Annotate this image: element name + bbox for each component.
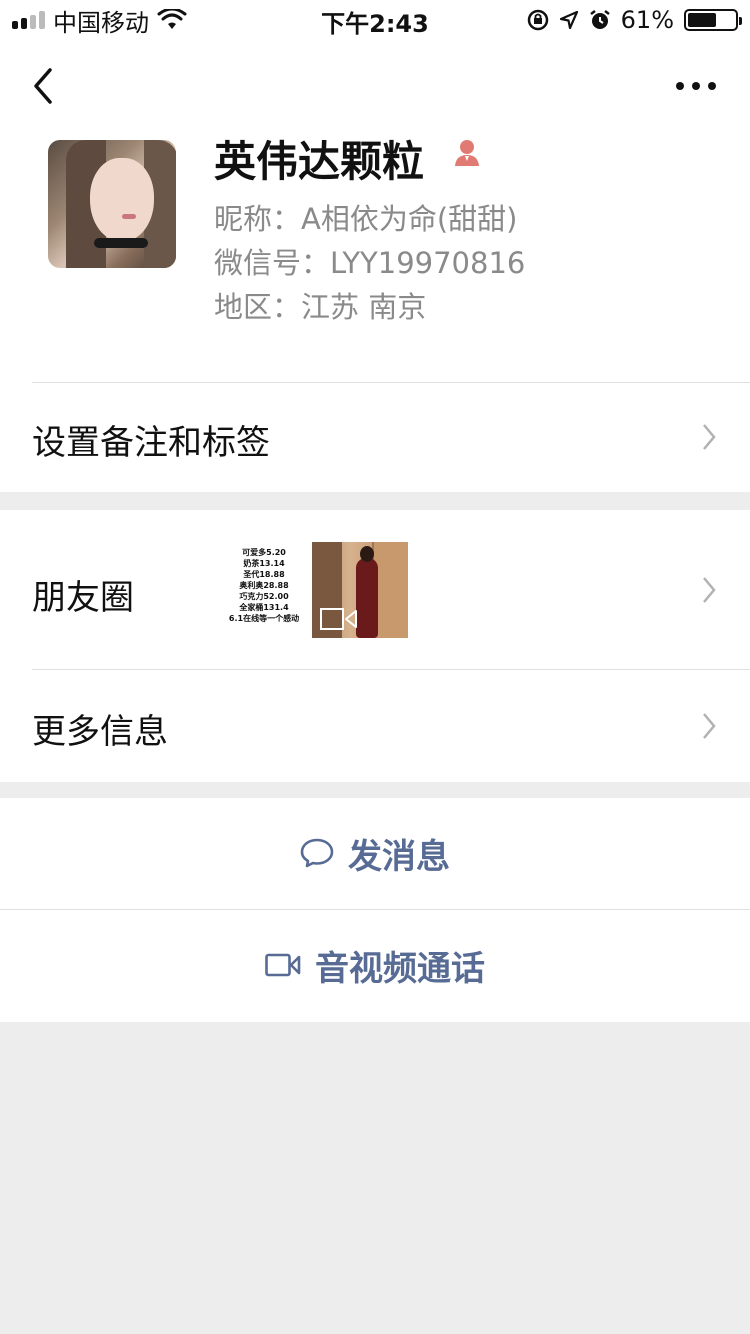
- more-info-label: 更多信息: [32, 712, 168, 752]
- remarks-tags-row[interactable]: 设置备注和标签: [0, 383, 750, 492]
- thumb-line: 巧克力52.00: [239, 592, 289, 601]
- moments-thumb-video[interactable]: [312, 542, 408, 638]
- thumb-line: 全家桶131.4: [239, 603, 289, 612]
- wechat-id-label: 微信号：: [214, 246, 331, 280]
- send-message-label: 发消息: [348, 836, 450, 877]
- remarks-tags-label: 设置备注和标签: [32, 423, 270, 463]
- video-call-icon: [265, 953, 301, 977]
- contact-name: 英伟达颗粒: [214, 137, 425, 186]
- actions-card: 发消息 音视频通话: [0, 798, 750, 1022]
- region-value: 江苏 南京: [301, 290, 427, 324]
- moments-row[interactable]: 朋友圈 可爱多5.20 奶茶13.14 圣代18.88 奥利奥28.88 巧克力…: [0, 510, 750, 669]
- av-call-button[interactable]: 音视频通话: [0, 910, 750, 1020]
- thumb-line: 奥利奥28.88: [239, 581, 289, 590]
- status-right: 61%: [527, 4, 742, 36]
- video-icon: [320, 608, 357, 630]
- thumb-line: 圣代18.88: [243, 570, 285, 579]
- back-arrow-icon[interactable]: [28, 64, 62, 108]
- chevron-right-icon: [703, 577, 716, 603]
- wechat-id-value: LYY19970816: [330, 246, 526, 280]
- battery-percent: 61%: [620, 6, 674, 34]
- female-icon: [455, 140, 479, 166]
- moments-thumb-text[interactable]: 可爱多5.20 奶茶13.14 圣代18.88 奥利奥28.88 巧克力52.0…: [216, 542, 312, 638]
- avatar[interactable]: [48, 140, 176, 268]
- thumb-line: 可爱多5.20: [242, 548, 286, 557]
- moments-label: 朋友圈: [32, 578, 134, 618]
- send-message-button[interactable]: 发消息: [0, 798, 750, 908]
- alarm-icon: [589, 10, 610, 29]
- more-info-row[interactable]: 更多信息: [0, 670, 750, 782]
- nickname-line: 昵称：A相依为命(甜甜): [214, 196, 517, 238]
- moments-card: 朋友圈 可爱多5.20 奶茶13.14 圣代18.88 奥利奥28.88 巧克力…: [0, 510, 750, 782]
- profile-card: 英伟达颗粒 昵称：A相依为命(甜甜) 微信号：LYY19970816 地区：江苏…: [0, 40, 750, 492]
- av-call-label: 音视频通话: [315, 948, 485, 989]
- wechat-id-line: 微信号：LYY19970816: [214, 240, 525, 282]
- nickname-label: 昵称：: [214, 202, 302, 236]
- location-arrow-icon: [559, 10, 578, 30]
- region-line: 地区：江苏 南京: [214, 284, 426, 326]
- thumb-line: 奶茶13.14: [243, 559, 285, 568]
- chat-bubble-icon: [300, 838, 334, 868]
- chevron-right-icon: [703, 713, 716, 739]
- chevron-right-icon: [703, 424, 716, 450]
- battery-fill: [688, 13, 717, 27]
- status-bar: 中国移动 下午2:43 61%: [0, 0, 750, 40]
- region-label: 地区：: [214, 290, 302, 324]
- thumb-line: 6.1在线等一个感动: [228, 614, 300, 623]
- nickname-value: A相依为命(甜甜): [301, 202, 518, 236]
- rotation-lock-icon: [527, 9, 548, 31]
- battery-icon: [684, 9, 742, 31]
- more-options-icon[interactable]: [676, 76, 716, 96]
